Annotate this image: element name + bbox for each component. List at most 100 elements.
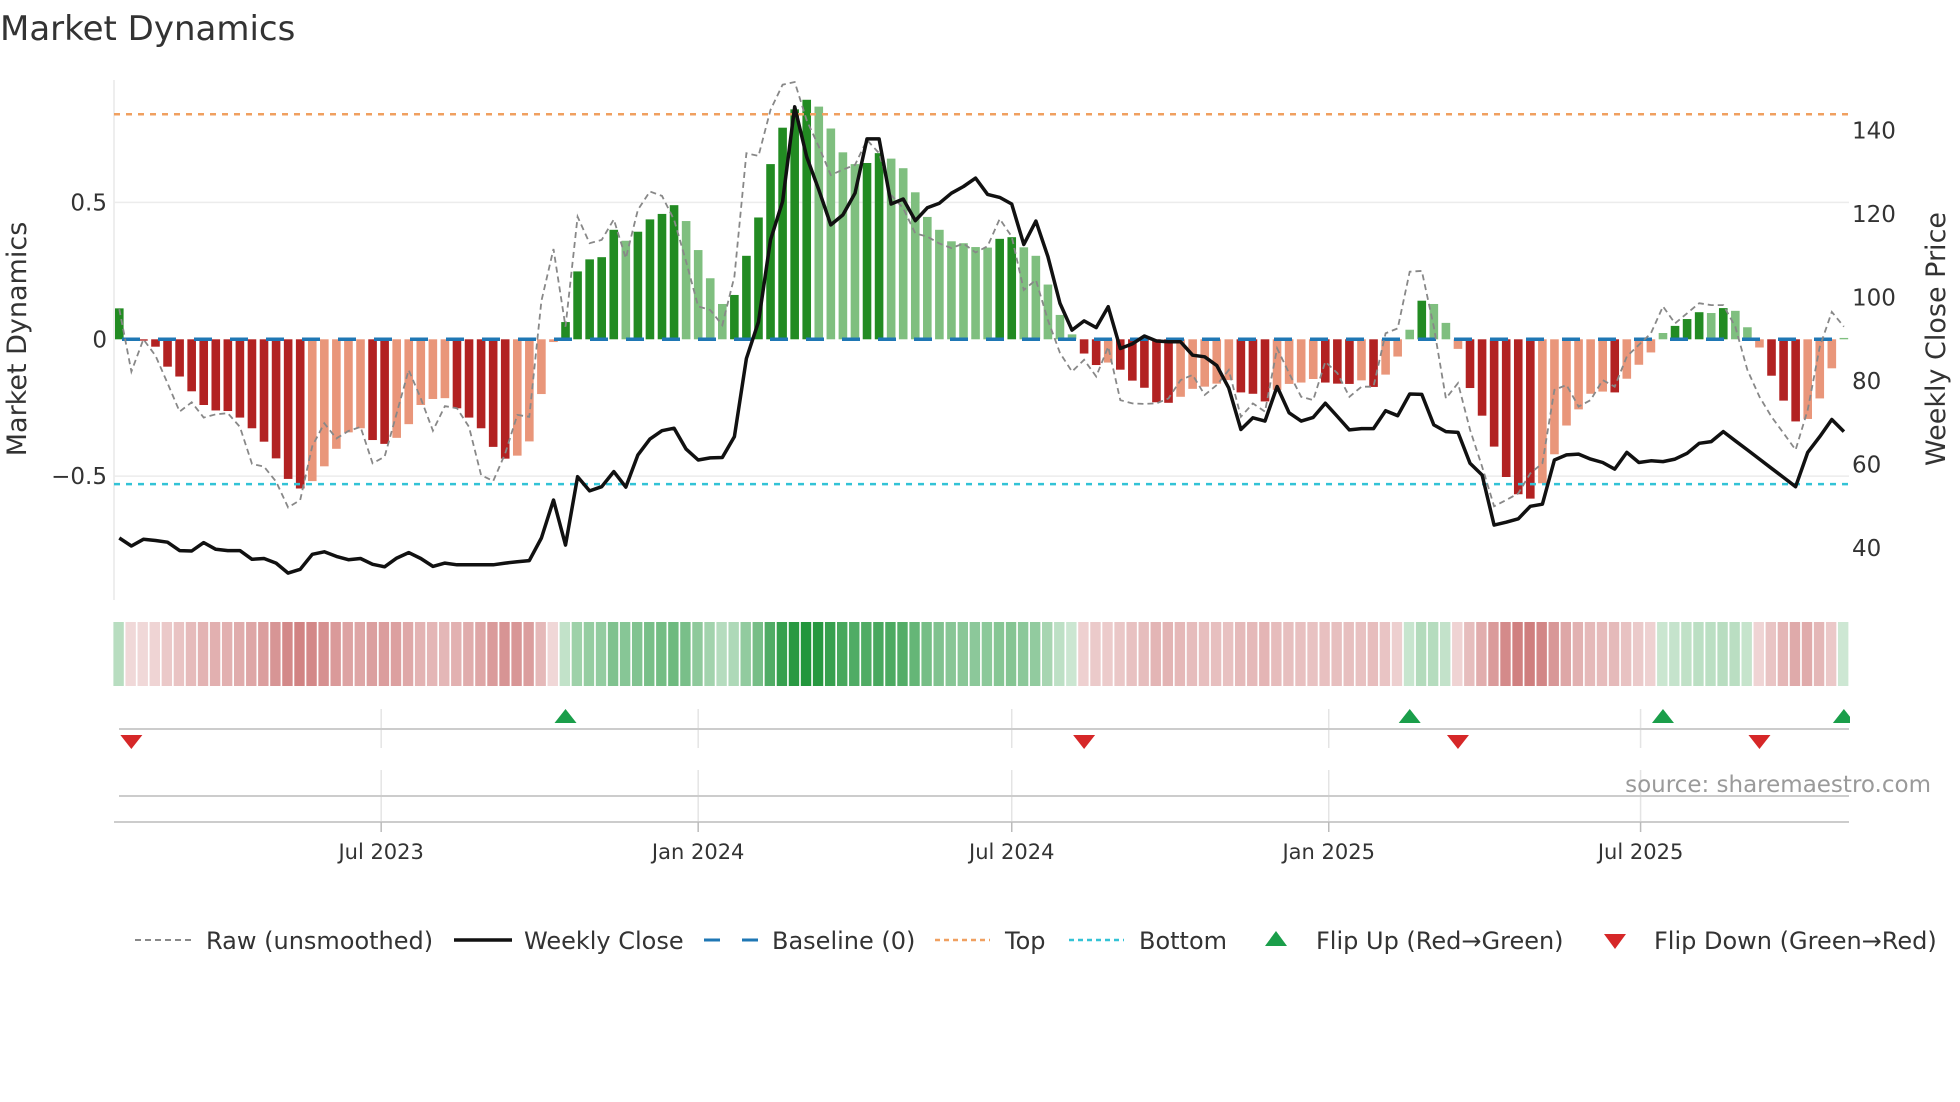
bar-positive (1706, 313, 1716, 340)
flip-panel-gridlines (380, 709, 1642, 822)
heat-strip-cell (1307, 622, 1318, 686)
legend-raw-label: Raw (unsmoothed) (206, 927, 433, 955)
heat-strip-cell (1042, 622, 1053, 686)
heat-strip-cell (1331, 622, 1342, 686)
heat-strip-cell (1789, 622, 1801, 686)
bar-negative (235, 339, 245, 418)
bar-negative (211, 339, 221, 411)
bar-positive (959, 243, 968, 340)
bar-negative (1345, 339, 1354, 384)
bar-negative (1091, 339, 1101, 366)
heat-strip-cell (414, 622, 426, 686)
heat-strip-cell (1379, 622, 1391, 686)
bar-negative (368, 339, 377, 441)
heat-strip-cell (1174, 622, 1186, 686)
bar-positive (597, 257, 606, 340)
flip-up-marker-icon (1832, 709, 1850, 723)
bar-positive (1441, 322, 1451, 340)
heat-strip-cell (1234, 622, 1246, 686)
legend-baseline-label: Baseline (0) (772, 927, 915, 955)
bar-negative (1333, 339, 1342, 384)
heat-strip-cell (1632, 622, 1644, 686)
heat-strip-cell (1681, 622, 1692, 686)
heat-strip-cell (800, 622, 812, 686)
heat-strip-cell (306, 622, 317, 686)
bar-negative (1550, 339, 1559, 455)
heat-strip-cell (849, 622, 860, 686)
heat-strip-cell (342, 622, 353, 686)
heat-strip-cell (330, 622, 341, 686)
heat-strip-cell (1729, 622, 1740, 686)
bar-positive (681, 221, 691, 340)
bar-positive (1718, 308, 1728, 340)
bar-positive (995, 238, 1004, 340)
bar-negative (1477, 339, 1487, 416)
legend-flip-up-label: Flip Up (Red→Green) (1316, 927, 1564, 955)
heat-strip-cell (680, 622, 691, 686)
market-dynamics-chart: Market Dynamics Market Dynamics Weekly C… (0, 9, 1952, 955)
heat-strip-cell (1090, 622, 1101, 686)
bar-positive (947, 241, 956, 340)
bar-positive (1839, 337, 1849, 340)
heat-strip-cell (1367, 622, 1379, 686)
bar-negative (1308, 339, 1318, 379)
heat-strip-cell (1150, 622, 1161, 686)
heat-strip-cell (945, 622, 956, 686)
heat-strip-cell (583, 622, 595, 686)
heat-strip-cell (933, 622, 944, 686)
bar-negative (1152, 339, 1161, 403)
bar-negative (1369, 339, 1378, 387)
heat-strip-cell (1247, 622, 1258, 686)
heat-strip-cell (969, 622, 981, 686)
bar-negative (488, 339, 498, 447)
bar-negative (199, 339, 209, 405)
left-tick-label: 0 (92, 327, 107, 353)
heat-strip-cell (740, 622, 751, 686)
heat-strip-cell (523, 622, 534, 686)
heat-strip-cell (1645, 622, 1656, 686)
bar-positive (935, 229, 944, 340)
bar-negative (1634, 339, 1644, 365)
heat-strip-cell (1705, 622, 1716, 686)
heat-strip-cell (776, 622, 788, 686)
x-tick-label: Jul 2024 (967, 840, 1054, 864)
heat-strip-cell (1186, 622, 1198, 686)
bar-negative (344, 339, 353, 433)
x-tick-label: Jul 2025 (1596, 840, 1683, 864)
legend-item-flip-up: Flip Up (Red→Green) (1265, 927, 1564, 955)
bar-positive (645, 219, 655, 340)
heat-strip-cell (897, 622, 908, 686)
bar-positive (705, 278, 715, 340)
heat-strip-cell (1584, 622, 1596, 686)
heat-strip-cell (1029, 622, 1041, 686)
heat-strip-cell (644, 622, 655, 686)
bar-negative (404, 339, 414, 425)
heat-strip-cell (294, 622, 305, 686)
heat-strip-cell (1596, 622, 1608, 686)
heat-strip-cell (1777, 622, 1789, 686)
left-tick-label: −0.5 (51, 464, 107, 490)
flip-up-marker-icon (1651, 709, 1674, 723)
heat-strip-cell (873, 622, 884, 686)
heat-strip-cell (511, 622, 522, 686)
source-note: source: sharemaestro.com (1625, 772, 1931, 798)
legend-top-label: Top (1004, 927, 1046, 955)
heat-strip-cell (1524, 622, 1535, 686)
right-tick-label: 40 (1852, 536, 1881, 562)
legend: Raw (unsmoothed) Weekly Close Baseline (… (135, 927, 1937, 955)
left-tick-label: 0.5 (70, 190, 107, 216)
bar-positive (1694, 312, 1704, 340)
bar-positive (814, 106, 824, 340)
x-tick-label: Jul 2023 (336, 840, 423, 864)
heat-strip-cell (547, 622, 558, 686)
bar-positive (693, 250, 703, 340)
heat-strip-cell (1753, 622, 1764, 686)
heat-strip-cell (402, 622, 414, 686)
bar-positive (1019, 247, 1029, 340)
bar-negative (332, 339, 341, 449)
heat-strip-cell (1319, 622, 1330, 686)
heat-strip-cell (1403, 622, 1415, 686)
legend-close-label: Weekly Close (524, 927, 684, 955)
heat-strip-cell (1500, 622, 1511, 686)
heat-strip-cell (1126, 622, 1137, 686)
